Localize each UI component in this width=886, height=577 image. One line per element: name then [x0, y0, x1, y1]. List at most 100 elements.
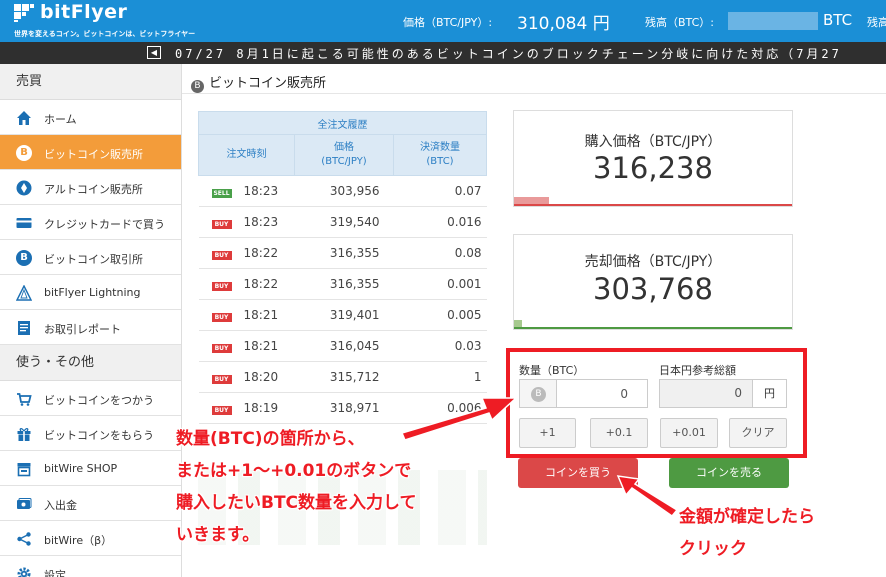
- order-time: 18:22: [243, 246, 279, 260]
- sidebar-item-bitcoin-exchange[interactable]: B ビットコイン取引所: [0, 240, 181, 275]
- sell-price-label: 売却価格（BTC/JPY）: [584, 254, 722, 270]
- sidebar-item-lightning[interactable]: bitFlyer Lightning: [0, 275, 181, 310]
- order-time: 18:23: [243, 184, 279, 198]
- order-amount-cell: 0.005: [393, 299, 487, 331]
- annotation-line: または+1〜+0.01のボタンで: [176, 461, 412, 481]
- balance-label: 残高（BTC）:: [645, 16, 715, 29]
- table-row: BUY 18:23 319,540 0.016: [198, 206, 487, 238]
- order-time-cell: BUY 18:22: [198, 237, 295, 269]
- sidebar-item-get-bitcoin[interactable]: ビットコインをもらう: [0, 416, 181, 451]
- order-time: 18:23: [243, 215, 279, 229]
- shop-icon: [17, 463, 31, 477]
- annotation-line: 購入したいBTC数量を入力して: [176, 493, 417, 513]
- order-amount-cell: 0.001: [393, 268, 487, 300]
- sidebar-item-label: お取引レポート: [44, 323, 121, 336]
- sidebar-item-bitcoin-shop[interactable]: B ビットコイン販売所: [0, 135, 181, 170]
- report-icon: [18, 321, 30, 335]
- buy-coin-button[interactable]: コインを買う: [518, 458, 638, 488]
- order-time-cell: BUY 18:21: [198, 299, 295, 331]
- sidebar-item-credit-card[interactable]: クレジットカードで買う: [0, 205, 181, 240]
- order-side-badge: BUY: [211, 375, 232, 384]
- sidebar-item-label: 設定: [44, 569, 66, 577]
- buy-price-value: 316,238: [593, 151, 713, 185]
- order-amount-cell: 0.006: [393, 392, 487, 424]
- sidebar-item-label: bitWire（β）: [44, 534, 113, 547]
- sidebar-item-altcoin-shop[interactable]: アルトコイン販売所: [0, 170, 181, 205]
- order-price-cell: 319,401: [294, 299, 394, 331]
- sidebar-item-label: クレジットカードで買う: [44, 218, 165, 231]
- cart-icon: [17, 393, 32, 406]
- sell-price-underline: [514, 327, 792, 329]
- table-row: BUY 18:21 319,401 0.005: [198, 299, 487, 331]
- sidebar-item-settings[interactable]: 設定: [0, 556, 181, 577]
- lightning-icon: [16, 285, 32, 301]
- sidebar-item-label: bitFlyer Lightning: [44, 286, 141, 299]
- sidebar-item-report[interactable]: お取引レポート: [0, 310, 181, 345]
- annotation-highlight-frame: [506, 348, 807, 458]
- sidebar-item-deposit[interactable]: 入出金: [0, 486, 181, 521]
- sidebar-item-label: アルトコイン販売所: [44, 183, 143, 196]
- credit-card-icon: [16, 218, 32, 228]
- sell-coin-button[interactable]: コインを売る: [669, 458, 789, 488]
- table-row: BUY 18:22 316,355 0.08: [198, 237, 487, 269]
- bitcoin-icon: B: [16, 250, 32, 266]
- sidebar-item-label: ビットコインをつかう: [44, 394, 154, 407]
- order-side-badge: BUY: [211, 344, 232, 353]
- order-time-cell: BUY 18:21: [198, 330, 295, 362]
- order-price-cell: 316,355: [294, 268, 394, 300]
- order-amount-cell: 0.016: [393, 206, 487, 238]
- buy-price-label: 購入価格（BTC/JPY）: [584, 134, 722, 150]
- order-time-cell: BUY 18:23: [198, 206, 295, 238]
- order-amount-cell: 0.08: [393, 237, 487, 269]
- annotation-left: 数量(BTC)の箇所から、 または+1〜+0.01のボタンで 購入したいBTC数…: [176, 423, 417, 551]
- gear-icon: [17, 567, 31, 577]
- bitcoin-icon: B: [16, 145, 32, 161]
- table-row: SELL 18:23 303,956 0.07: [198, 175, 487, 207]
- order-price-cell: 316,045: [294, 330, 394, 362]
- order-price-cell: 319,540: [294, 206, 394, 238]
- table-row: BUY 18:20 315,712 1: [198, 361, 487, 393]
- logo-text[interactable]: bitFlyer: [40, 1, 127, 23]
- ticker-text[interactable]: 07/27 8月1日に起こる可能性のあるビットコインのブロックチェーン分岐に向け…: [175, 45, 842, 62]
- balance-label-jpy: 残高: [867, 16, 886, 29]
- bitflyer-logo-icon[interactable]: [14, 4, 34, 22]
- order-history-table: 全注文履歴 注文時刻 価格 (BTC/JPY) 決済数量 (BTC) SELL 18:…: [198, 111, 487, 424]
- deposit-icon: [17, 498, 32, 509]
- sidebar-item-label: ビットコインをもらう: [44, 429, 154, 442]
- order-side-badge: SELL: [211, 189, 232, 198]
- order-time: 18:19: [243, 401, 279, 415]
- collapse-sidebar-icon[interactable]: ◀: [147, 46, 161, 59]
- order-time: 18:21: [243, 339, 279, 353]
- sidebar-section-trade: 売買: [0, 64, 181, 100]
- annotation-line: クリック: [679, 539, 747, 559]
- share-icon: [17, 532, 31, 546]
- order-time-cell: BUY 18:20: [198, 361, 295, 393]
- logo-tagline: 世界を変えるコイン。ビットコインは、ビットフライヤー: [14, 30, 196, 38]
- price-label: 価格（BTC/JPY）:: [403, 16, 493, 29]
- order-time-cell: SELL 18:23: [198, 175, 295, 207]
- sidebar-section-other: 使う・その他: [0, 345, 181, 381]
- sidebar-item-bitwire[interactable]: bitWire（β）: [0, 521, 181, 556]
- balance-masked-value: [728, 12, 818, 30]
- order-price-cell: 315,712: [294, 361, 394, 393]
- buy-price-underline: [514, 204, 792, 206]
- table-row: BUY 18:22 316,355 0.001: [198, 268, 487, 300]
- order-price-cell: 303,956: [294, 175, 394, 207]
- sell-price-value: 303,768: [593, 272, 713, 306]
- order-side-badge: BUY: [211, 251, 232, 260]
- sidebar-item-spend-bitcoin[interactable]: ビットコインをつかう: [0, 381, 181, 416]
- sidebar-item-bitwire-shop[interactable]: bitWire SHOP: [0, 451, 181, 486]
- order-side-badge: BUY: [211, 220, 232, 229]
- sell-price-indicator: [514, 320, 522, 327]
- home-icon: [17, 111, 31, 125]
- sidebar-item-home[interactable]: ホーム: [0, 100, 181, 135]
- order-price-cell: 316,355: [294, 237, 394, 269]
- table-row: BUY 18:19 318,971 0.006: [198, 392, 487, 424]
- buy-price-indicator: [514, 197, 549, 204]
- order-time-cell: BUY 18:19: [198, 392, 295, 424]
- order-time: 18:21: [243, 308, 279, 322]
- news-ticker: ◀ 07/27 8月1日に起こる可能性のあるビットコインのブロックチェーン分岐に…: [0, 42, 886, 64]
- order-amount-cell: 0.03: [393, 330, 487, 362]
- sidebar: 売買 ホーム B ビットコイン販売所 アルトコイン販売所 クレジットカードで買う…: [0, 64, 182, 577]
- column-header-price: 価格 (BTC/JPY): [294, 134, 394, 176]
